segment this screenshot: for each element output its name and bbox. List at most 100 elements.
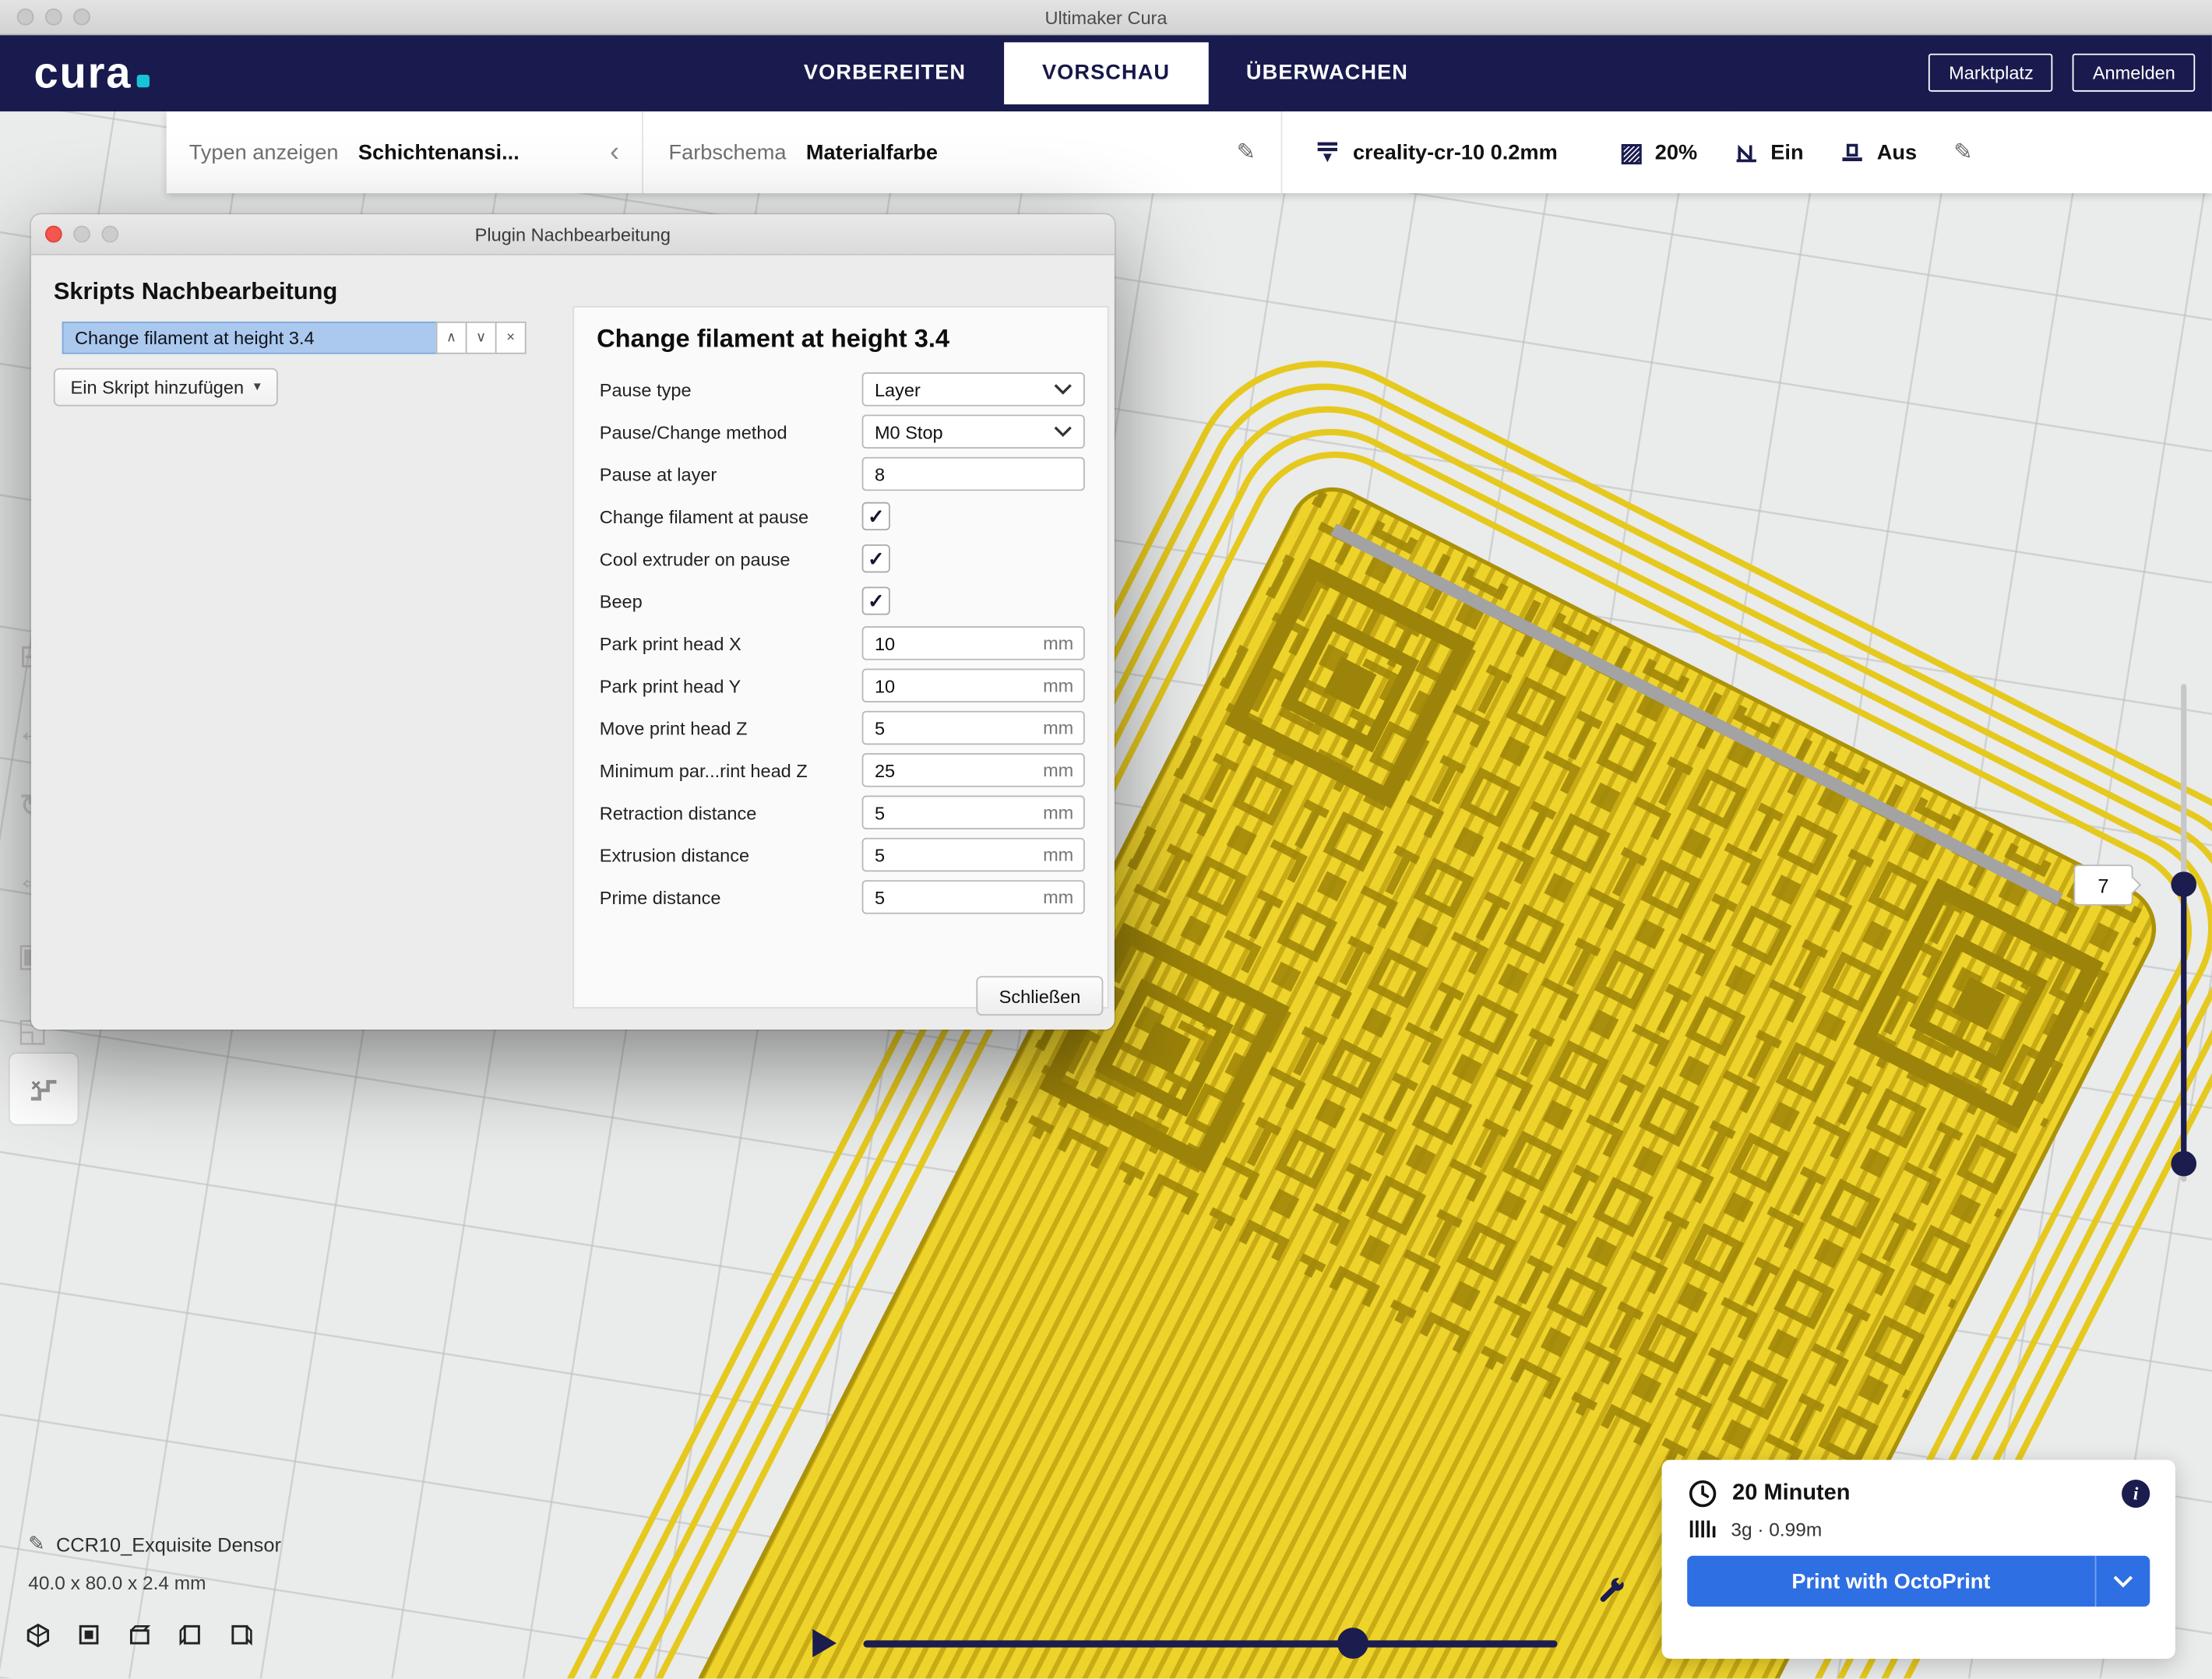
pause-at-layer-input[interactable]: [862, 457, 1085, 491]
model-info: ✎ CCR10_Exquisite Densor: [28, 1532, 281, 1556]
timeline-track[interactable]: [863, 1640, 1557, 1647]
layer-number: 7: [2098, 874, 2108, 896]
tab-ueberwachen[interactable]: ÜBERWACHEN: [1208, 41, 1446, 104]
field-label: Park print head Y: [597, 675, 862, 696]
layer-slider-handle-bottom[interactable]: [2171, 1151, 2196, 1177]
dialog-minimize-button[interactable]: [73, 226, 90, 243]
prime-distance-input[interactable]: [862, 880, 1085, 913]
print-settings-section[interactable]: creality-cr-10 0.2mm ▨ 20% Ein Aus: [1281, 111, 2212, 193]
caret-down-icon: ▾: [254, 379, 261, 395]
support-value: Ein: [1770, 140, 1803, 164]
park-y-input[interactable]: [862, 669, 1085, 702]
collapse-chevron-icon[interactable]: ‹: [610, 136, 619, 169]
view-toolbar: Typen anzeigen Schichtenansi... ‹ Farbsc…: [167, 111, 2212, 193]
view-right-icon[interactable]: [228, 1622, 254, 1648]
rename-model-icon[interactable]: ✎: [28, 1532, 44, 1556]
print-options-dropdown[interactable]: [2095, 1556, 2150, 1607]
field-label: Pause type: [597, 378, 862, 400]
edit-print-settings-icon[interactable]: ✎: [1953, 138, 1972, 166]
min-park-z-input[interactable]: [862, 753, 1085, 787]
camera-view-buttons: [26, 1622, 254, 1648]
view-type-value: Schichtenansi...: [358, 140, 520, 164]
chevron-down-icon: [1054, 384, 1073, 395]
check-icon: ✓: [868, 589, 884, 613]
print-time-estimate: 20 Minuten: [1732, 1481, 1850, 1507]
selected-script-item[interactable]: Change filament at height 3.4: [62, 322, 438, 354]
change-filament-checkbox[interactable]: ✓: [862, 502, 890, 530]
cool-extruder-checkbox[interactable]: ✓: [862, 544, 890, 572]
view-type-label: Typen anzeigen: [189, 140, 339, 164]
extrusion-distance-input[interactable]: [862, 838, 1085, 871]
view-3d-icon[interactable]: [26, 1622, 51, 1648]
field-label: Beep: [597, 590, 862, 611]
timeline-handle[interactable]: [1337, 1628, 1368, 1659]
dialog-titlebar[interactable]: Plugin Nachbearbeitung: [31, 214, 1115, 255]
infill-icon: ▨: [1619, 138, 1643, 167]
window-title: Ultimaker Cura: [1044, 6, 1167, 27]
edit-color-scheme-icon[interactable]: ✎: [1237, 138, 1256, 166]
chevron-down-icon: [2113, 1575, 2133, 1587]
color-scheme-section[interactable]: Farbschema Materialfarbe ✎: [642, 111, 1280, 193]
layer-slider-range[interactable]: [2181, 885, 2186, 1164]
window-minimize-button[interactable]: [45, 9, 62, 26]
material-icon: [1689, 1518, 1717, 1540]
dialog-title: Plugin Nachbearbeitung: [475, 224, 671, 245]
field-label: Pause at layer: [597, 463, 862, 484]
scripts-heading: Skripts Nachbearbeitung: [54, 278, 337, 306]
model-dimensions: 40.0 x 80.0 x 2.4 mm: [28, 1572, 206, 1593]
view-type-section[interactable]: Typen anzeigen Schichtenansi... ‹: [167, 111, 642, 193]
beep-checkbox[interactable]: ✓: [862, 586, 890, 614]
printer-profile: creality-cr-10 0.2mm: [1353, 140, 1558, 164]
remove-script-button[interactable]: ×: [495, 322, 527, 354]
print-button-label: Print with OctoPrint: [1687, 1569, 2094, 1593]
window-close-button[interactable]: [17, 9, 34, 26]
window-titlebar: Ultimaker Cura: [0, 0, 2212, 35]
field-label: Park print head X: [597, 632, 862, 653]
print-summary-panel: 20 Minuten i 3g · 0.99m Print with OctoP…: [1662, 1460, 2175, 1659]
view-left-icon[interactable]: [178, 1622, 203, 1648]
field-label: Minimum par...rint head Z: [597, 759, 862, 780]
field-label: Cool extruder on pause: [597, 548, 862, 569]
logo-text: cura: [33, 51, 132, 94]
logo-dot: [138, 75, 150, 87]
support-icon: [1734, 139, 1759, 165]
chevron-down-icon: [1054, 426, 1073, 437]
adhesion-icon: [1840, 139, 1866, 165]
check-icon: ✓: [868, 547, 884, 571]
add-script-label: Ein Skript hinzufügen: [71, 377, 245, 398]
window-zoom-button[interactable]: [73, 9, 90, 26]
adjust-print-settings-button[interactable]: [1591, 1572, 1633, 1614]
object-list-panel[interactable]: [9, 1052, 79, 1125]
nozzle-icon: [1313, 138, 1341, 166]
stage-tabs: VORBEREITEN VORSCHAU ÜBERWACHEN: [766, 33, 1446, 111]
marketplace-button[interactable]: Marktplatz: [1929, 54, 2053, 92]
cura-window: ⊞ ↔ ↻ ⇔ ▣ ◱ 7 ✎ CCR10_Exquisite Denso: [0, 0, 2212, 1678]
tab-vorschau[interactable]: VORSCHAU: [1004, 41, 1208, 104]
wrench-icon: [1595, 1575, 1629, 1609]
print-with-octoprint-button[interactable]: Print with OctoPrint: [1687, 1556, 2150, 1607]
script-settings-card: Change filament at height 3.4 Pause type…: [572, 306, 1108, 1008]
signin-button[interactable]: Anmelden: [2073, 54, 2195, 92]
park-x-input[interactable]: [862, 626, 1085, 660]
info-icon[interactable]: i: [2122, 1480, 2150, 1508]
pause-type-select[interactable]: Layer: [862, 372, 1085, 406]
dialog-zoom-button[interactable]: [101, 226, 118, 243]
play-button[interactable]: [812, 1629, 837, 1657]
pause-method-select[interactable]: M0 Stop: [862, 414, 1085, 448]
color-scheme-label: Farbschema: [669, 140, 787, 164]
close-dialog-button[interactable]: Schließen: [977, 976, 1104, 1015]
add-script-button[interactable]: Ein Skript hinzufügen ▾: [54, 368, 278, 407]
move-z-input[interactable]: [862, 711, 1085, 744]
field-label: Change filament at pause: [597, 505, 862, 526]
retraction-distance-input[interactable]: [862, 796, 1085, 829]
layer-slider-handle-top[interactable]: [2171, 871, 2196, 897]
infill-value: 20%: [1655, 140, 1697, 164]
move-script-up-button[interactable]: ∧: [436, 322, 467, 354]
select-value: M0 Stop: [875, 421, 943, 442]
dialog-close-button[interactable]: [45, 226, 62, 243]
move-script-down-button[interactable]: ∨: [466, 322, 497, 354]
view-top-icon[interactable]: [127, 1622, 153, 1648]
view-front-icon[interactable]: [76, 1622, 102, 1648]
script-name: Change filament at height 3.4: [75, 327, 315, 348]
tab-vorbereiten[interactable]: VORBEREITEN: [766, 41, 1004, 104]
